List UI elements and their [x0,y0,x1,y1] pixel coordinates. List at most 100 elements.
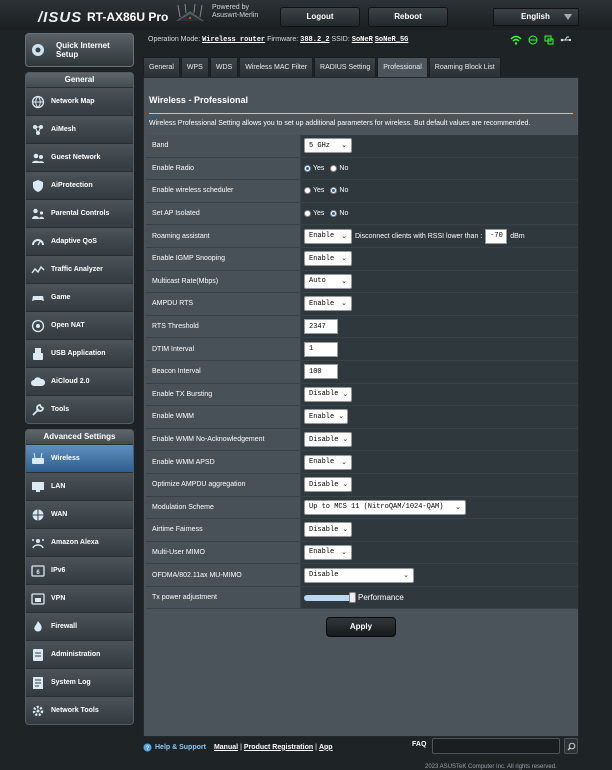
sidebar-item-firewall[interactable]: Firewall [26,612,133,640]
sidebar-item-network-tools[interactable]: Network Tools [26,696,133,724]
tab-wps[interactable]: WPS [180,57,209,77]
enable-wmm-select[interactable]: Enable ⌄ [304,409,348,425]
optimize-ampdu-aggregation-select[interactable]: Disable ⌄ [304,477,352,493]
band-select[interactable]: 5 GHz ⌄ [304,138,352,154]
setting-label: Enable TX Bursting [146,383,301,406]
sidebar-item-aimesh[interactable]: AiMesh [26,115,133,143]
ssid-24-link[interactable]: SoNeR [352,36,373,44]
setting-row-enable-radio: Enable Radio Yes No [146,157,578,181]
sidebar-item-aiprotection[interactable]: AiProtection [26,171,133,199]
lan-icon [31,480,45,494]
tx-power-slider[interactable] [304,591,356,603]
app-link[interactable]: App [319,744,333,751]
language-select[interactable]: English [493,8,579,26]
sidebar-item-wireless[interactable]: Wireless [26,444,133,472]
enable-wireless-scheduler-radio-yes[interactable]: Yes [304,187,324,195]
svg-text:6: 6 [36,570,40,576]
dtim-interval-input[interactable]: 1 [304,341,338,357]
tab-general[interactable]: General [143,57,180,77]
ssid-5-link[interactable]: SoNeR_5G [375,36,409,44]
op-mode-link[interactable]: Wireless router [202,36,265,44]
sidebar-item-tools[interactable]: Tools [26,395,133,423]
product-registration-link[interactable]: Product Registration [244,744,313,751]
radio-button[interactable] [330,187,338,195]
footer-separator: | [240,743,242,751]
setting-label: RTS Threshold [146,315,301,338]
sidebar-item-label: Open NAT [51,322,85,329]
select-value: Enable [309,412,335,421]
enable-wmm-no-acknowledgement-select[interactable]: Disable ⌄ [304,432,352,448]
radio-button[interactable] [304,210,311,218]
beacon-interval-input[interactable]: 100 [304,364,338,380]
sidebar-item-usb-application[interactable]: USB Application [26,339,133,367]
guest-network-icon [31,151,45,165]
help-support-link[interactable]: Help & Support [155,744,206,751]
radio-button[interactable] [330,164,338,172]
enable-tx-bursting-select[interactable]: Disable ⌄ [304,386,352,402]
set-ap-isolated-radio-yes[interactable]: Yes [304,210,324,218]
tab-wds[interactable]: WDS [209,57,239,77]
tab-professional[interactable]: Professional [377,57,428,77]
slider-handle[interactable] [349,591,356,603]
sidebar-item-ipv6[interactable]: 6 IPv6 [26,556,133,584]
quick-internet-setup-button[interactable]: Quick Internet Setup [25,33,134,67]
sidebar-item-wan[interactable]: WAN [26,500,133,528]
sidebar-item-administration[interactable]: Administration [26,640,133,668]
apply-button[interactable]: Apply [326,617,396,637]
sidebar-item-parental-controls[interactable]: Parental Controls [26,199,133,227]
tab-roaming-block-list[interactable]: Roaming Block List [428,57,501,77]
select-value: Enable [309,548,335,557]
network-map-icon [31,95,45,109]
faq-search-button[interactable] [564,738,578,754]
sidebar-item-amazon-alexa[interactable]: Amazon Alexa [26,528,133,556]
enable-wireless-scheduler-radio-no[interactable]: No [330,187,348,195]
sidebar-item-open-nat[interactable]: Open NAT [26,311,133,339]
sidebar-item-vpn[interactable]: VPN [26,584,133,612]
setting-label: Band [146,135,301,157]
quick-setup-icon [31,43,45,57]
airtime-fairness-select[interactable]: Disable ⌄ [304,522,352,538]
quick-setup-label: Quick Internet Setup [56,41,110,59]
sidebar-item-traffic-analyzer[interactable]: Traffic Analyzer [26,255,133,283]
sidebar-item-system-log[interactable]: System Log [26,668,133,696]
enable-wmm-apsd-select[interactable]: Enable ⌄ [304,454,352,470]
setting-value: 100 [301,360,578,383]
multi-user-mimo-select[interactable]: Enable ⌄ [304,544,352,560]
tab-wireless-mac-filter[interactable]: Wireless MAC Filter [239,57,314,77]
firmware-link[interactable]: 388.2_2 [300,36,329,44]
sidebar-item-lan[interactable]: LAN [26,472,133,500]
multicast-rate-mbps-select[interactable]: Auto ⌄ [304,273,352,289]
manual-link[interactable]: Manual [214,744,238,751]
devices-status-icon[interactable] [544,35,554,45]
enable-radio-radio-yes[interactable]: Yes [304,164,324,172]
rssi-input[interactable]: -70 [485,228,508,244]
chevron-down-icon: ⌄ [341,458,347,467]
modulation-scheme-select[interactable]: Up to MCS 11 (NitroQAM/1024-QAM) ⌄ [304,499,466,515]
ampdu-rts-select[interactable]: Enable ⌄ [304,296,352,312]
sidebar-item-network-map[interactable]: Network Map [26,87,133,115]
sidebar-item-aicloud-2-0[interactable]: AiCloud 2.0 [26,367,133,395]
setting-label: Modulation Scheme [146,496,301,519]
globe-status-icon[interactable] [528,35,538,45]
ofdma-802-11ax-mu-mimo-select[interactable]: Disable ⌄ [304,567,414,583]
radio-button[interactable] [304,187,311,195]
sidebar-item-label: VPN [51,595,66,602]
logout-button[interactable]: Logout [280,7,360,27]
wifi-status-icon[interactable] [510,35,522,45]
radio-button[interactable] [304,164,311,172]
radio-button[interactable] [330,210,338,218]
sidebar-item-label: Administration [51,651,101,658]
tab-radius-setting[interactable]: RADIUS Setting [314,57,377,77]
setting-row-roaming-assistant: Roaming assistant Enable ⌄ Disconnect clien… [146,225,578,248]
enable-radio-radio-no[interactable]: No [330,164,348,172]
sidebar-item-guest-network[interactable]: Guest Network [26,143,133,171]
sidebar-item-adaptive-qos[interactable]: Adaptive QoS [26,227,133,255]
usb-status-icon[interactable] [560,35,572,45]
sidebar-item-game[interactable]: Game [26,283,133,311]
roaming-assistant-select[interactable]: Enable ⌄ [304,228,352,244]
rts-threshold-input[interactable]: 2347 [304,319,338,335]
faq-search-input[interactable] [432,738,560,754]
reboot-button[interactable]: Reboot [368,7,448,27]
set-ap-isolated-radio-no[interactable]: No [330,210,348,218]
enable-igmp-snooping-select[interactable]: Enable ⌄ [304,251,352,267]
